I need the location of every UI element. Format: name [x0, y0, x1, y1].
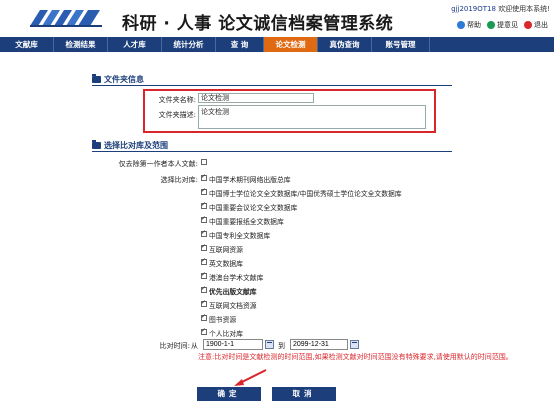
- nav-talent[interactable]: 人才库: [108, 37, 162, 52]
- db-checkbox-personal[interactable]: [201, 327, 207, 335]
- db-label-personal: 个人比对库: [209, 330, 243, 338]
- calendar-icon[interactable]: [350, 340, 359, 349]
- folder-desc-label: 文件夹描述:: [158, 111, 196, 119]
- user-info: gjj2019OT18 欢迎使用本系统!: [451, 4, 550, 14]
- end-date-input[interactable]: [290, 339, 348, 350]
- db-checkbox-journal[interactable]: [201, 173, 207, 181]
- db-label-newspaper: 中国重要报纸全文数据库: [209, 218, 284, 226]
- db-label-web-docs: 互联网文档资源: [209, 302, 257, 310]
- folder-desc-input[interactable]: 论文检测: [198, 105, 426, 129]
- folder-name-input[interactable]: [198, 93, 314, 103]
- cancel-button[interactable]: 取消: [272, 387, 336, 401]
- nav-account[interactable]: 账号管理: [372, 37, 430, 52]
- system-logo-icon: [30, 10, 102, 27]
- nav-verify[interactable]: 真伪查询: [318, 37, 372, 52]
- help-link[interactable]: 帮助: [457, 20, 481, 30]
- db-checkbox-internet[interactable]: [201, 243, 207, 251]
- help-icon: [457, 21, 465, 29]
- db-label-patent: 中国专利全文数据库: [209, 232, 271, 240]
- feedback-icon: [487, 21, 495, 29]
- feedback-link-label: 提意见: [497, 21, 518, 29]
- calendar-icon[interactable]: [265, 340, 274, 349]
- db-checkbox-newspaper[interactable]: [201, 215, 207, 223]
- quick-links: 帮助 提意见 退出: [457, 20, 548, 30]
- folder-info-section-title: 文件夹信息: [92, 74, 452, 86]
- start-date-input[interactable]: [203, 339, 263, 350]
- annotation-arrow-icon: [234, 369, 267, 386]
- db-label-hkmt: 港澳台学术文献库: [209, 274, 264, 282]
- welcome-text: 欢迎使用本系统!: [498, 5, 550, 13]
- to-label: 到: [278, 342, 285, 350]
- nav-stats[interactable]: 统计分析: [162, 37, 216, 52]
- help-link-label: 帮助: [467, 21, 481, 29]
- db-label-priority: 优先出版文献库: [209, 288, 257, 296]
- db-label-thesis: 中国博士学位论文全文数据库/中国优秀硕士学位论文全文数据库: [209, 190, 402, 198]
- confirm-button[interactable]: 确定: [197, 387, 261, 401]
- folder-icon: [92, 74, 101, 83]
- user-id: gjj2019OT18: [451, 5, 496, 13]
- db-label-english: 英文数据库: [209, 260, 243, 268]
- app-header: 科研 · 人事 论文诚信档案管理系统 gjj2019OT18 欢迎使用本系统! …: [0, 0, 554, 36]
- db-label-books: 图书资源: [209, 316, 237, 324]
- compare-time-label: 比对时间:: [159, 342, 190, 350]
- nav-literature[interactable]: 文献库: [0, 37, 54, 52]
- db-checkbox-hkmt[interactable]: [201, 271, 207, 279]
- main-nav: 文献库 检测结果 人才库 统计分析 查 询 论文检测 真伪查询 账号管理: [0, 37, 554, 52]
- folder-name-label: 文件夹名称:: [158, 96, 196, 104]
- nav-results[interactable]: 检测结果: [54, 37, 108, 52]
- range-title: 选择比对库及范围: [104, 141, 168, 150]
- first-author-label: 仅去除第一作者本人文献:: [118, 160, 198, 168]
- range-section-title: 选择比对库及范围: [92, 140, 452, 152]
- nav-paper-check[interactable]: 论文检测: [264, 37, 318, 52]
- nav-query[interactable]: 查 询: [216, 37, 264, 52]
- feedback-link[interactable]: 提意见: [487, 20, 518, 30]
- folder-icon: [92, 140, 101, 149]
- db-label-internet: 互联网资源: [209, 246, 243, 254]
- exit-link[interactable]: 退出: [524, 20, 548, 30]
- db-checkbox-conference[interactable]: [201, 201, 207, 209]
- db-checkbox-web-docs[interactable]: [201, 299, 207, 307]
- db-label-conference: 中国重要会议论文全文数据库: [209, 204, 298, 212]
- from-label: 从: [191, 342, 198, 350]
- db-label-journal: 中国学术期刊网络出版总库: [209, 176, 291, 184]
- db-checkbox-priority[interactable]: [201, 285, 207, 293]
- db-checkbox-patent[interactable]: [201, 229, 207, 237]
- app-title: 科研 · 人事 论文诚信档案管理系统: [122, 14, 394, 34]
- folder-info-title: 文件夹信息: [104, 75, 144, 84]
- db-checkbox-english[interactable]: [201, 257, 207, 265]
- time-range-note: 注意:比对时间是文献检测的时间范围,如果检测文献对时间范围没有特殊要求,请使用默…: [198, 353, 513, 361]
- exit-link-label: 退出: [534, 21, 548, 29]
- compare-db-label: 选择比对库:: [160, 176, 198, 184]
- exit-icon: [524, 21, 532, 29]
- first-author-checkbox[interactable]: [201, 159, 207, 165]
- db-checkbox-books[interactable]: [201, 313, 207, 321]
- db-checkbox-thesis[interactable]: [201, 187, 207, 195]
